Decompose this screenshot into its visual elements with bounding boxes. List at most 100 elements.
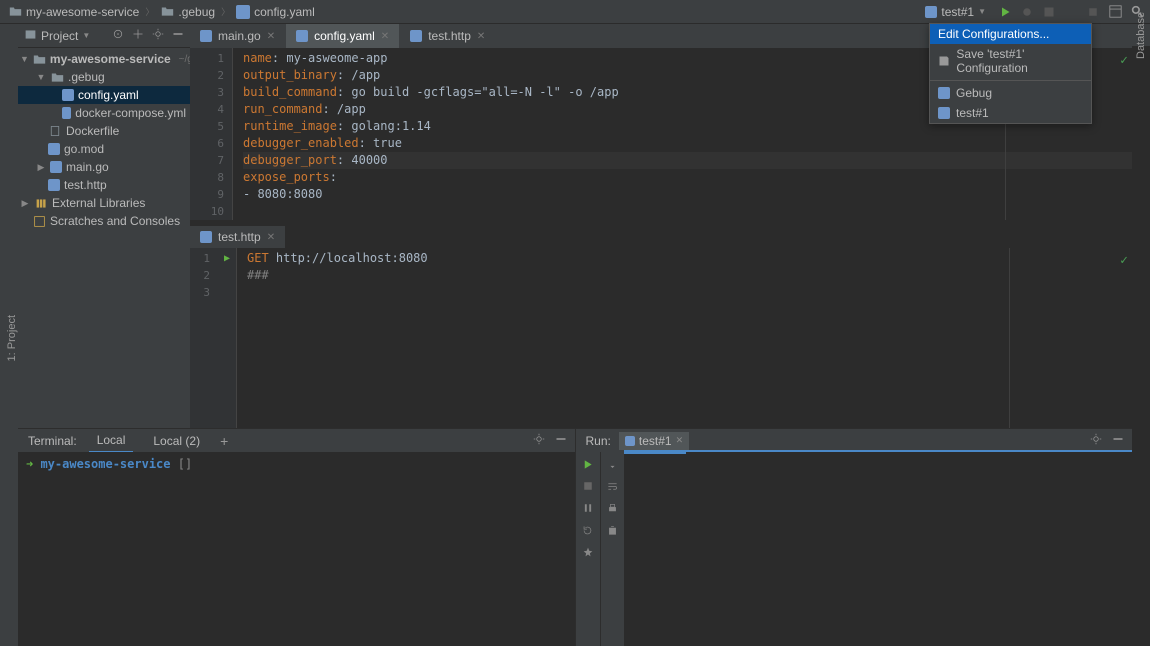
tree-root[interactable]: ▼ my-awesome-service ~/go/ (18, 50, 190, 68)
split-editor-tab[interactable]: test.http ✕ (190, 226, 285, 248)
chevron-down-icon[interactable]: ▼ (20, 54, 29, 64)
coverage-button[interactable] (1040, 3, 1058, 21)
tree-item-label: .gebug (68, 70, 105, 84)
add-terminal-button[interactable]: + (220, 433, 228, 449)
terminal-panel: Terminal: Local Local (2) + ➜ my-awesome… (18, 428, 576, 646)
soft-wrap-button[interactable] (604, 478, 620, 494)
settings-button[interactable] (152, 28, 164, 43)
hide-button[interactable] (172, 28, 184, 43)
chevron-right-icon[interactable]: ▶ (20, 198, 30, 209)
dropdown-edit-configurations[interactable]: Edit Configurations... (930, 24, 1091, 44)
chevron-right-icon[interactable]: ▶ (36, 162, 46, 173)
pin-button[interactable] (580, 544, 596, 560)
stop-button[interactable] (580, 478, 596, 494)
close-icon[interactable]: ✕ (381, 31, 389, 42)
breadcrumb-file[interactable]: config.yaml (232, 5, 319, 19)
tree-folder-gebug[interactable]: ▼ .gebug (18, 68, 190, 86)
tree-file-test-http[interactable]: test.http (18, 176, 190, 194)
terminal-tab-label: Local (2) (153, 434, 200, 448)
tab-test-http[interactable]: test.http ✕ (400, 24, 495, 48)
dropdown-item-label: Edit Configurations... (938, 27, 1049, 41)
terminal-title: Terminal: (28, 434, 77, 448)
dropdown-save-configuration[interactable]: Save 'test#1' Configuration (930, 44, 1091, 78)
http-file-icon (410, 30, 422, 42)
terminal-settings-button[interactable] (533, 433, 545, 448)
left-toolwindow-bar: 1: Project 2: Favorites 7: Structure (0, 24, 18, 646)
print-button[interactable] (604, 500, 620, 516)
close-icon[interactable]: ✕ (676, 435, 684, 446)
folder-icon (50, 70, 64, 84)
run-title: Run: (586, 434, 611, 448)
gutter-run-icon[interactable]: ▶ (224, 250, 230, 267)
tree-file-go-mod[interactable]: go.mod (18, 140, 190, 158)
tree-item-label: my-awesome-service (50, 52, 171, 66)
http-file-icon (200, 231, 212, 243)
restart-button[interactable] (580, 522, 596, 538)
breadcrumb-root[interactable]: my-awesome-service (4, 5, 143, 19)
terminal-tab-local[interactable]: Local (89, 429, 134, 453)
editor-test-http[interactable]: 123 ▶ GET http://localhost:8080### ✓ (190, 248, 1132, 428)
line-number-gutter: 12345678910 (190, 48, 232, 220)
save-icon (938, 54, 950, 68)
close-icon[interactable]: ✕ (267, 232, 275, 243)
folder-icon (160, 5, 174, 19)
terminal-header: Terminal: Local Local (2) + (18, 428, 575, 452)
scroll-to-end-button[interactable] (604, 456, 620, 472)
stop-button[interactable] (1084, 3, 1102, 21)
profile-button[interactable] (1062, 3, 1080, 21)
breadcrumb: my-awesome-service 〉 .gebug 〉 config.yam… (4, 5, 319, 19)
tab-label: main.go (218, 29, 261, 43)
layout-settings-button[interactable] (1106, 3, 1124, 21)
tree-file-main-go[interactable]: ▶ main.go (18, 158, 190, 176)
tree-file-config-yaml[interactable]: config.yaml (18, 86, 190, 104)
close-icon[interactable]: ✕ (477, 31, 485, 42)
run-button[interactable] (996, 3, 1014, 21)
project-tree[interactable]: ▼ my-awesome-service ~/go/ ▼ .gebug conf… (18, 48, 190, 428)
dropdown-config-gebug[interactable]: Gebug (930, 83, 1091, 103)
tree-file-docker-compose[interactable]: docker-compose.yml (18, 104, 190, 122)
run-settings-button[interactable] (1090, 433, 1102, 448)
project-icon (24, 28, 37, 44)
tab-main-go[interactable]: main.go ✕ (190, 24, 285, 48)
terminal-tab-label: Local (97, 433, 126, 447)
tree-external-libraries[interactable]: ▶ External Libraries (18, 194, 190, 212)
tree-item-label: config.yaml (78, 88, 139, 102)
collapse-all-button[interactable] (112, 28, 124, 43)
tree-item-label: External Libraries (52, 196, 145, 210)
debug-button[interactable] (1018, 3, 1036, 21)
run-config-chip[interactable]: test#1 ✕ (619, 432, 689, 450)
breadcrumb-folder[interactable]: .gebug (156, 5, 219, 19)
dropdown-separator (930, 80, 1091, 81)
expand-all-button[interactable] (132, 28, 144, 43)
run-config-label: test#1 (941, 5, 974, 19)
terminal-tab-local2[interactable]: Local (2) (145, 429, 208, 453)
tree-item-label: test.http (64, 178, 107, 192)
toolwindow-database-tab[interactable]: Database (1132, 24, 1150, 46)
tree-item-hint: ~/go/ (179, 54, 190, 65)
project-view-selector[interactable]: Project ▼ (24, 28, 90, 44)
dropdown-config-test1[interactable]: test#1 (930, 103, 1091, 123)
pause-output-button[interactable] (580, 500, 596, 516)
clear-all-button[interactable] (604, 522, 620, 538)
run-toolbar-primary (576, 452, 600, 646)
chevron-right-icon: 〉 (143, 5, 156, 18)
run-hide-button[interactable] (1112, 433, 1124, 448)
inspection-ok-icon[interactable]: ✓ (1120, 52, 1128, 69)
tree-item-label: Dockerfile (66, 124, 119, 138)
run-config-selector[interactable]: test#1 ▼ (919, 5, 992, 19)
tree-file-dockerfile[interactable]: Dockerfile (18, 122, 190, 140)
tree-item-label: docker-compose.yml (75, 106, 186, 120)
dropdown-item-label: Save 'test#1' Configuration (956, 47, 1083, 75)
rerun-button[interactable] (580, 456, 596, 472)
terminal-body[interactable]: ➜ my-awesome-service [] (18, 452, 575, 646)
close-icon[interactable]: ✕ (267, 31, 275, 42)
yaml-file-icon (62, 107, 71, 119)
tree-scratches[interactable]: Scratches and Consoles (18, 212, 190, 230)
code-area[interactable]: GET http://localhost:8080### ✓ (236, 248, 1132, 428)
toolwindow-project-tab[interactable]: 1: Project (6, 315, 18, 361)
terminal-hide-button[interactable] (555, 433, 567, 448)
chevron-down-icon[interactable]: ▼ (36, 72, 46, 82)
run-output-area[interactable] (624, 450, 1133, 646)
tab-config-yaml[interactable]: config.yaml ✕ (286, 24, 399, 48)
inspection-ok-icon[interactable]: ✓ (1120, 252, 1128, 269)
